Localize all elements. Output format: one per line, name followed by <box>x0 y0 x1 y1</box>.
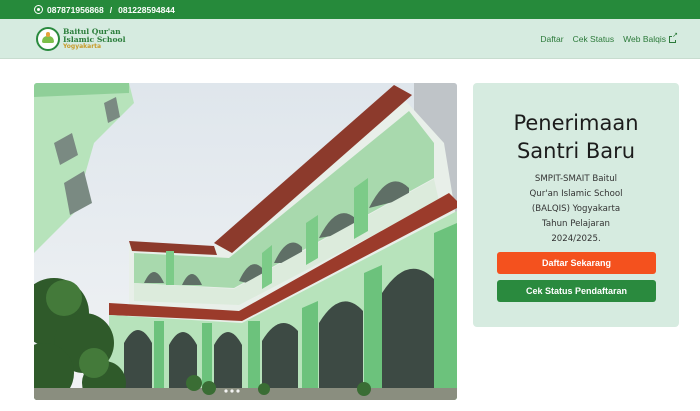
check-status-button[interactable]: Cek Status Pendaftaran <box>497 280 656 302</box>
card-subtitle-line1: SMPIT-SMAIT Baitul <box>534 174 618 184</box>
whatsapp-icon <box>34 5 43 14</box>
card-subtitle-line3: (BALQIS) Yogyakarta <box>531 204 621 214</box>
phone-number-1[interactable]: 087871956868 <box>47 5 104 15</box>
card-subtitle: SMPIT-SMAIT Baitul Qur'an Islamic School… <box>503 172 649 247</box>
admission-card: Penerimaan Santri Baru SMPIT-SMAIT Baitu… <box>473 83 679 327</box>
card-title-line2: Santri Baru <box>516 139 636 163</box>
card-subtitle-line2: Qur'an Islamic School <box>529 189 623 199</box>
brand-name-line2: Islamic School <box>63 34 126 44</box>
top-contact-bar: 087871956868 / 081228594844 <box>0 0 700 19</box>
brand-text: Baitul Qur'an Islamic School Yogyakarta <box>63 28 125 50</box>
nav-links: Daftar Cek Status Web Balqis <box>540 19 678 59</box>
card-subtitle-line4: Tahun Pelajaran <box>542 219 610 229</box>
nav-link-web-balqis[interactable]: Web Balqis <box>623 32 678 44</box>
nav-link-daftar[interactable]: Daftar <box>540 34 563 44</box>
card-subtitle-line5: 2024/2025. <box>551 234 601 244</box>
phone-separator: / <box>109 4 113 15</box>
school-logo-icon <box>36 27 60 51</box>
school-building-photo <box>34 83 457 400</box>
nav-link-cek-status[interactable]: Cek Status <box>573 34 615 44</box>
card-title: Penerimaan Santri Baru <box>473 109 679 165</box>
external-link-icon <box>669 32 678 43</box>
phone-number-2[interactable]: 081228594844 <box>118 5 175 15</box>
card-title-line1: Penerimaan <box>513 111 639 135</box>
register-now-button[interactable]: Daftar Sekarang <box>497 252 656 274</box>
navbar: Baitul Qur'an Islamic School Yogyakarta … <box>0 19 700 59</box>
brand-logo-link[interactable]: Baitul Qur'an Islamic School Yogyakarta <box>36 27 125 51</box>
brand-city: Yogyakarta <box>63 43 102 51</box>
nav-link-web-balqis-label: Web Balqis <box>623 34 666 44</box>
